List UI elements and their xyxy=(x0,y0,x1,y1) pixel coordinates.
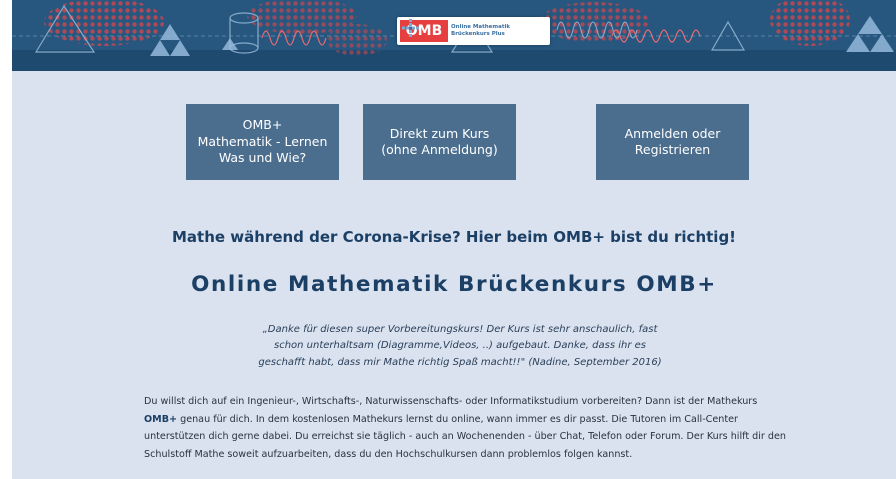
header-banner: OMB Online Mathematik Brückenkurs Plus xyxy=(12,0,896,71)
login-register-button-label: Anmelden oder Registrieren xyxy=(624,125,721,158)
omb-logo[interactable]: OMB Online Mathematik Brückenkurs Plus xyxy=(397,17,550,45)
logo-subtitle-line2: Brückenkurs Plus xyxy=(451,31,505,37)
intro-text-bold: OMB+ xyxy=(144,413,178,425)
intro-text-before: Du willst dich auf ein Ingenieur-, Wirts… xyxy=(144,396,758,407)
page: OMB Online Mathematik Brückenkurs Plus O… xyxy=(12,0,896,479)
page-title: Online Mathematik Brückenkurs OMB+ xyxy=(191,272,717,297)
testimonial-quote: „Danke für diesen super Vorbereitungskur… xyxy=(258,324,662,368)
intro-paragraph: Du willst dich auf ein Ingenieur-, Wirts… xyxy=(144,393,792,463)
omb-info-button[interactable]: OMB+ Mathematik - Lernen Was und Wie? xyxy=(186,104,339,180)
corona-headline: Mathe während der Corona-Krise? Hier bei… xyxy=(171,228,737,246)
plus-grid-icon xyxy=(402,19,419,37)
logo-subtitle-line1: Online Mathematik xyxy=(451,24,510,30)
direct-course-button[interactable]: Direkt zum Kurs (ohne Anmeldung) xyxy=(363,104,516,180)
omb-info-button-label: OMB+ Mathematik - Lernen Was und Wie? xyxy=(197,117,328,166)
intro-text-after: genau für dich. In dem kostenlosen Mathe… xyxy=(144,413,786,460)
login-register-button[interactable]: Anmelden oder Registrieren xyxy=(596,104,749,180)
direct-course-button-label: Direkt zum Kurs (ohne Anmeldung) xyxy=(381,125,498,158)
logo-subtitle: Online Mathematik Brückenkurs Plus xyxy=(451,24,510,38)
